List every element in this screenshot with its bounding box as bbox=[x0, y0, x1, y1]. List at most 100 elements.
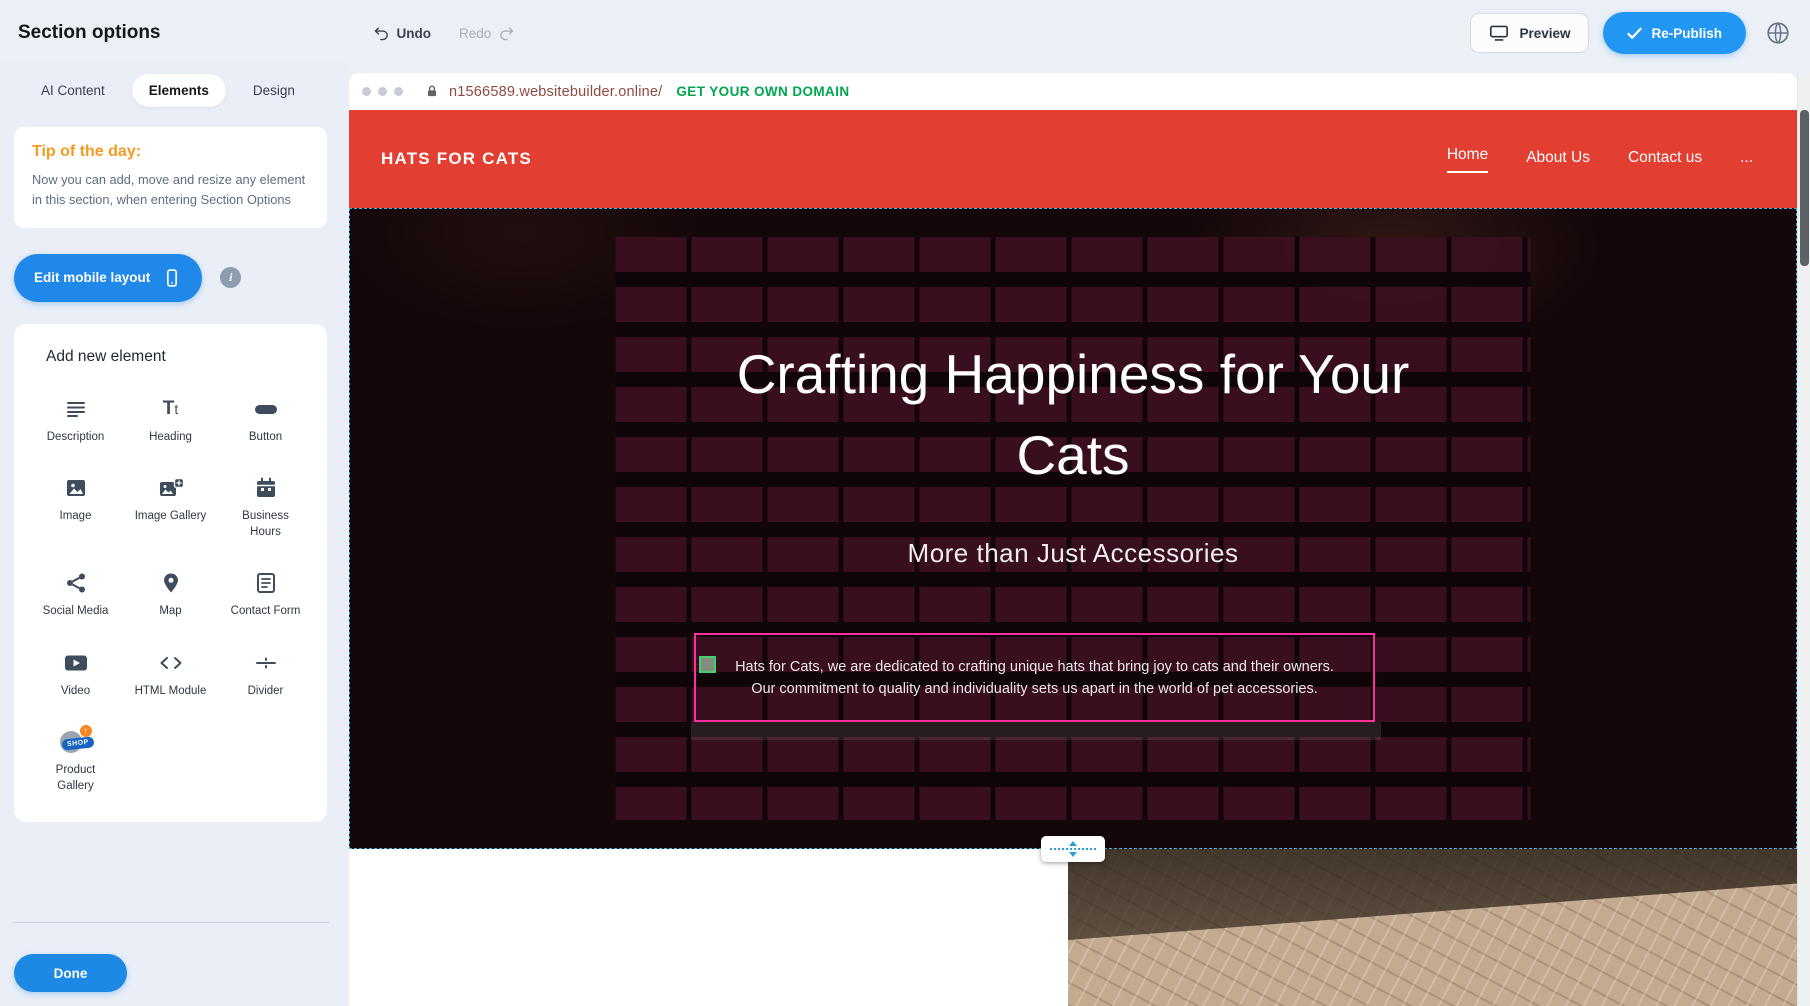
element-map[interactable]: Map bbox=[123, 568, 218, 620]
pavement-image bbox=[1068, 849, 1797, 1006]
add-element-title: Add new element bbox=[46, 348, 313, 366]
tip-title: Tip of the day: bbox=[32, 143, 309, 161]
redo-button[interactable]: Redo bbox=[459, 25, 515, 42]
window-dots bbox=[362, 87, 403, 96]
element-video[interactable]: Video bbox=[28, 648, 123, 700]
element-label: Contact Form bbox=[231, 604, 301, 620]
lock-icon bbox=[425, 84, 439, 99]
mobile-layout-row: Edit mobile layout i bbox=[14, 254, 349, 302]
html-module-icon bbox=[158, 648, 184, 678]
video-icon bbox=[63, 648, 89, 678]
tab-elements[interactable]: Elements bbox=[132, 74, 226, 107]
tab-ai-content[interactable]: AI Content bbox=[24, 74, 122, 107]
get-own-domain-link[interactable]: GET YOUR OWN DOMAIN bbox=[676, 84, 849, 99]
element-label: Business Hours bbox=[227, 509, 305, 540]
scrollbar-track[interactable] bbox=[1797, 73, 1810, 1006]
topbar: Section options Undo Redo Preview bbox=[0, 0, 1810, 66]
preview-button[interactable]: Preview bbox=[1470, 13, 1589, 53]
element-hover-ghost bbox=[691, 722, 1381, 740]
element-label: Description bbox=[47, 430, 105, 446]
element-label: Heading bbox=[149, 430, 192, 446]
window-dot bbox=[378, 87, 387, 96]
business-hours-icon bbox=[254, 473, 278, 503]
undo-label: Undo bbox=[397, 26, 432, 41]
site-header[interactable]: HATS FOR CATS Home About Us Contact us .… bbox=[349, 110, 1797, 208]
address-bar-url[interactable]: n1566589.websitebuilder.online/ bbox=[449, 84, 662, 100]
site-preview-window: n1566589.websitebuilder.online/ GET YOUR… bbox=[349, 73, 1797, 1006]
nav-item-more[interactable]: ... bbox=[1740, 149, 1753, 169]
window-dot bbox=[394, 87, 403, 96]
sidebar: AI Content Elements Design Tip of the da… bbox=[0, 60, 349, 1006]
element-heading[interactable]: Tt Heading bbox=[123, 394, 218, 446]
page-title: Section options bbox=[18, 22, 161, 44]
image-icon bbox=[64, 473, 88, 503]
selected-text-element[interactable]: Hats for Cats, we are dedicated to craft… bbox=[694, 633, 1375, 722]
add-element-panel: Add new element Description Tt Heading bbox=[14, 324, 327, 823]
info-icon[interactable]: i bbox=[220, 267, 241, 288]
preview-label: Preview bbox=[1519, 26, 1570, 41]
element-contact-form[interactable]: Contact Form bbox=[218, 568, 313, 620]
phone-icon bbox=[162, 268, 182, 288]
element-button[interactable]: Button bbox=[218, 394, 313, 446]
nav-item-about[interactable]: About Us bbox=[1526, 149, 1590, 169]
element-label: Divider bbox=[248, 684, 284, 700]
check-icon bbox=[1627, 27, 1642, 40]
scrollbar-thumb[interactable] bbox=[1800, 110, 1809, 266]
redo-icon bbox=[498, 25, 515, 42]
paragraph-line: Hats for Cats, we are dedicated to craft… bbox=[696, 659, 1373, 675]
element-business-hours[interactable]: Business Hours bbox=[218, 473, 313, 540]
arrow-down-icon bbox=[1069, 852, 1077, 857]
element-image[interactable]: Image bbox=[28, 473, 123, 540]
window-dot bbox=[362, 87, 371, 96]
history-controls: Undo Redo bbox=[373, 25, 516, 42]
element-grid: Description Tt Heading Button Ima bbox=[28, 394, 313, 795]
tip-body: Now you can add, move and resize any ele… bbox=[32, 170, 309, 210]
nav-item-home[interactable]: Home bbox=[1447, 146, 1488, 173]
image-gallery-icon bbox=[158, 473, 184, 503]
republish-button[interactable]: Re-Publish bbox=[1603, 12, 1746, 54]
resize-handle-left[interactable] bbox=[699, 656, 716, 673]
social-media-icon bbox=[64, 568, 88, 598]
button-icon bbox=[253, 394, 279, 424]
undo-icon bbox=[373, 25, 390, 42]
hero-subtitle[interactable]: More than Just Accessories bbox=[349, 538, 1797, 569]
tip-of-the-day-card: Tip of the day: Now you can add, move an… bbox=[14, 127, 327, 228]
done-button[interactable]: Done bbox=[14, 954, 127, 992]
sidebar-divider bbox=[14, 922, 329, 923]
element-label: Product Gallery bbox=[37, 763, 115, 794]
hero-title[interactable]: Crafting Happiness for Your Cats bbox=[349, 334, 1797, 496]
element-html-module[interactable]: HTML Module bbox=[123, 648, 218, 700]
tab-design[interactable]: Design bbox=[236, 74, 312, 107]
browser-chrome: n1566589.websitebuilder.online/ GET YOUR… bbox=[349, 73, 1797, 110]
element-label: HTML Module bbox=[135, 684, 207, 700]
next-section[interactable] bbox=[349, 849, 1797, 1006]
arrow-up-icon bbox=[1069, 841, 1077, 846]
paragraph-line: Our commitment to quality and individual… bbox=[696, 681, 1373, 697]
description-icon bbox=[64, 394, 88, 424]
language-globe-button[interactable] bbox=[1760, 15, 1796, 51]
map-icon bbox=[159, 568, 183, 598]
edit-mobile-layout-label: Edit mobile layout bbox=[34, 270, 150, 285]
redo-label: Redo bbox=[459, 26, 491, 41]
site-logo[interactable]: HATS FOR CATS bbox=[381, 149, 532, 169]
element-description[interactable]: Description bbox=[28, 394, 123, 446]
element-social-media[interactable]: Social Media bbox=[28, 568, 123, 620]
element-image-gallery[interactable]: Image Gallery bbox=[123, 473, 218, 540]
element-label: Social Media bbox=[43, 604, 109, 620]
nav-item-contact[interactable]: Contact us bbox=[1628, 149, 1702, 169]
monitor-icon bbox=[1489, 24, 1509, 42]
dotted-line bbox=[1050, 848, 1096, 850]
undo-button[interactable]: Undo bbox=[373, 25, 432, 42]
element-label: Button bbox=[249, 430, 282, 446]
edit-mobile-layout-button[interactable]: Edit mobile layout bbox=[14, 254, 202, 302]
heading-icon: Tt bbox=[163, 394, 179, 424]
product-gallery-icon: SHOP ↑ bbox=[56, 727, 96, 757]
hero-section[interactable]: Crafting Happiness for Your Cats More th… bbox=[349, 208, 1797, 849]
element-label: Video bbox=[61, 684, 90, 700]
element-label: Image bbox=[60, 509, 92, 525]
element-product-gallery[interactable]: SHOP ↑ Product Gallery bbox=[28, 727, 123, 794]
element-label: Map bbox=[159, 604, 181, 620]
site-nav: Home About Us Contact us ... bbox=[1447, 146, 1753, 173]
section-height-resize-handle[interactable] bbox=[1041, 836, 1105, 862]
element-divider[interactable]: Divider bbox=[218, 648, 313, 700]
